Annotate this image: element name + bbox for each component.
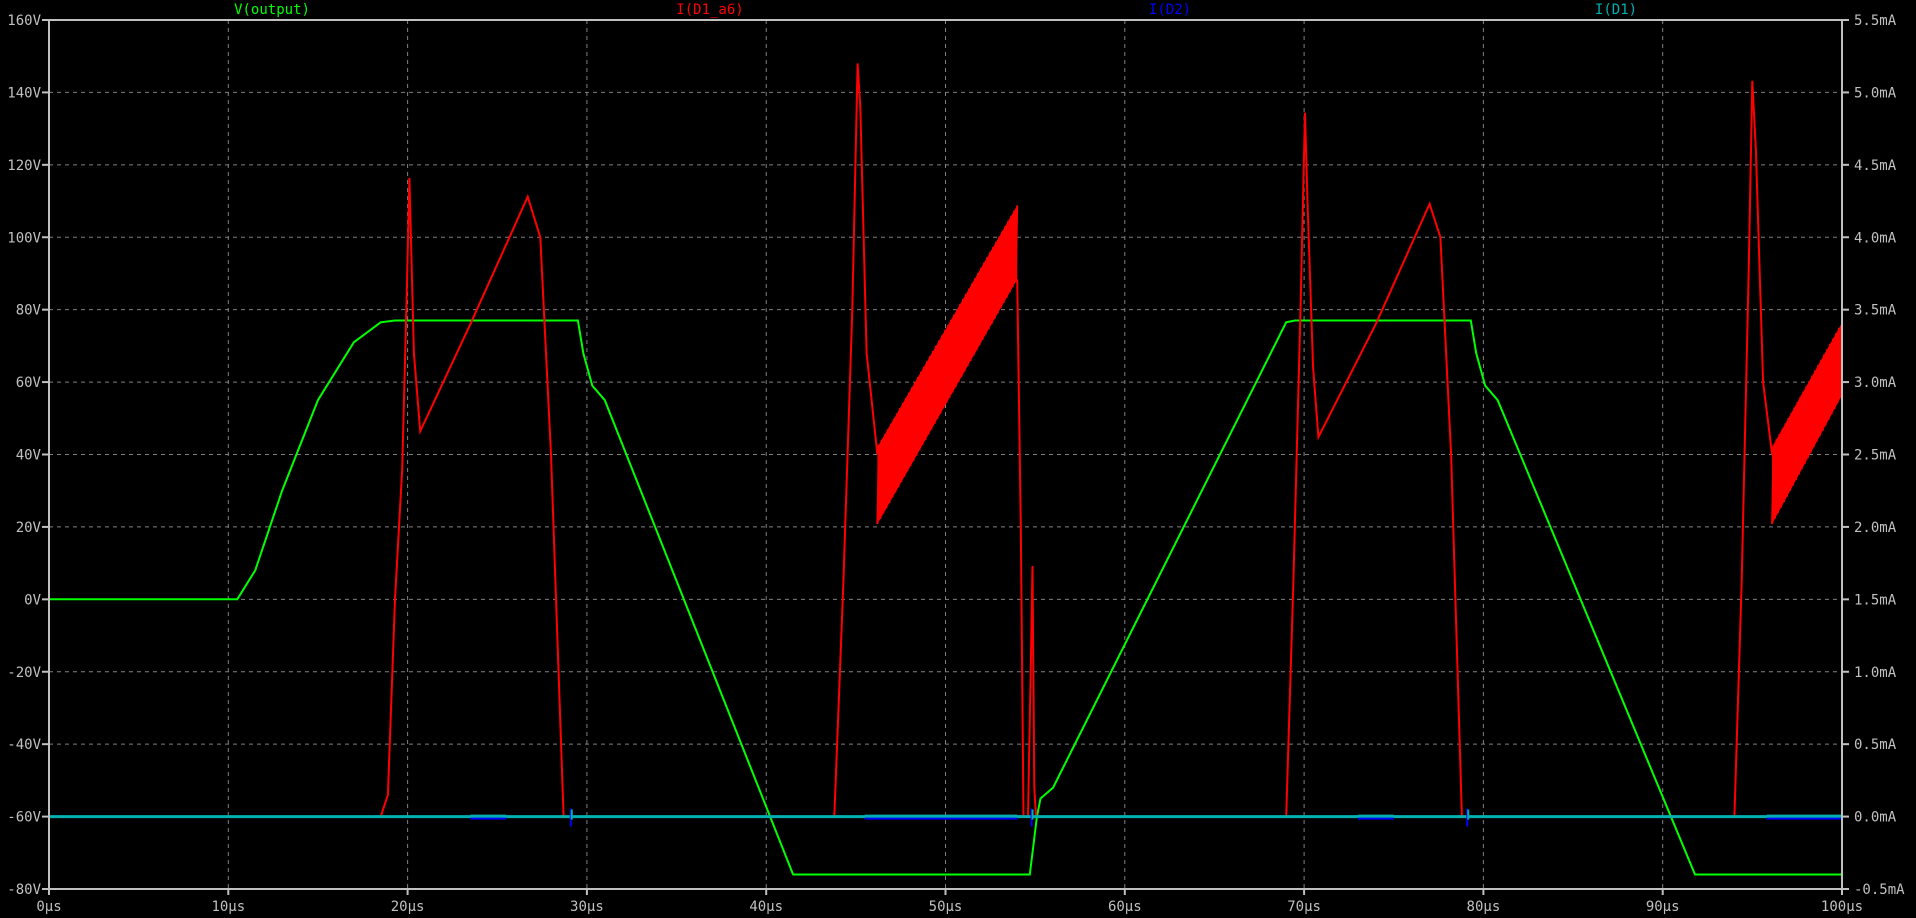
trace-i-d1-a6 [49, 63, 879, 818]
trace-i-d1-a6-band-1-fill [877, 205, 1018, 525]
y-right-tick-label: 2.0mA [1854, 520, 1897, 536]
legend-i-d1-a6[interactable]: I(D1_a6) [676, 2, 743, 18]
y-right-tick-label: -0.5mA [1854, 882, 1905, 898]
y-right-tick-label: 4.0mA [1854, 230, 1897, 246]
x-tick-label: 30µs [570, 899, 604, 915]
x-tick-label: 90µs [1646, 899, 1680, 915]
y-left-tick-label: 140V [7, 85, 41, 101]
legend-v-output[interactable]: V(output) [234, 2, 310, 18]
y-left-tick-label: -40V [7, 737, 41, 753]
y-left-tick-label: 80V [16, 303, 42, 319]
y-left-tick-label: 40V [16, 448, 42, 464]
x-tick-label: 20µs [391, 899, 425, 915]
legend-i-d2[interactable]: I(D2) [1149, 2, 1191, 18]
y-left-tick-label: -60V [7, 810, 41, 826]
x-tick-label: 10µs [211, 899, 245, 915]
grid [49, 20, 1842, 889]
trace-i-d1-a6-band-2-fill [1772, 322, 1842, 525]
y-left-tick-label: -20V [7, 665, 41, 681]
y-right-tick-label: 2.5mA [1854, 448, 1897, 464]
y-left-tick-label: 0V [24, 592, 41, 608]
y-right-tick-label: 3.0mA [1854, 375, 1897, 391]
y-right-tick-label: 5.5mA [1854, 13, 1897, 29]
y-right-tick-label: 4.5mA [1854, 158, 1897, 174]
y-right-tick-label: 5.0mA [1854, 85, 1897, 101]
legend-i-d1[interactable]: I(D1) [1595, 2, 1637, 18]
y-left-tick-label: 20V [16, 520, 42, 536]
y-right-tick-label: 1.0mA [1854, 665, 1897, 681]
y-left-tick-label: 120V [7, 158, 41, 174]
x-tick-label: 0µs [36, 899, 61, 915]
y-left-tick-label: -80V [7, 882, 41, 898]
x-tick-label: 80µs [1467, 899, 1501, 915]
y-left-tick-label: 100V [7, 230, 41, 246]
trace-i-d1-a6-tail-1 [1016, 80, 1774, 818]
y-left-tick-label: 160V [7, 13, 41, 29]
waveform-plot[interactable]: 0µs 10µs 20µs 30µs 40µs 50µs 60µs 70µs 80µs 90µs 1… [0, 0, 1916, 918]
y-right-tick-label: 0.5mA [1854, 737, 1897, 753]
x-tick-label: 50µs [929, 899, 963, 915]
y-right-tick-label: 3.5mA [1854, 303, 1897, 319]
y-right-tick-label: 1.5mA [1854, 592, 1897, 608]
x-tick-label: 60µs [1108, 899, 1142, 915]
x-tick-label: 100µs [1821, 899, 1863, 915]
y-right-tick-label: 0.0mA [1854, 810, 1897, 826]
x-tick-label: 40µs [749, 899, 783, 915]
x-tick-label: 70µs [1287, 899, 1321, 915]
y-left-tick-label: 60V [16, 375, 42, 391]
